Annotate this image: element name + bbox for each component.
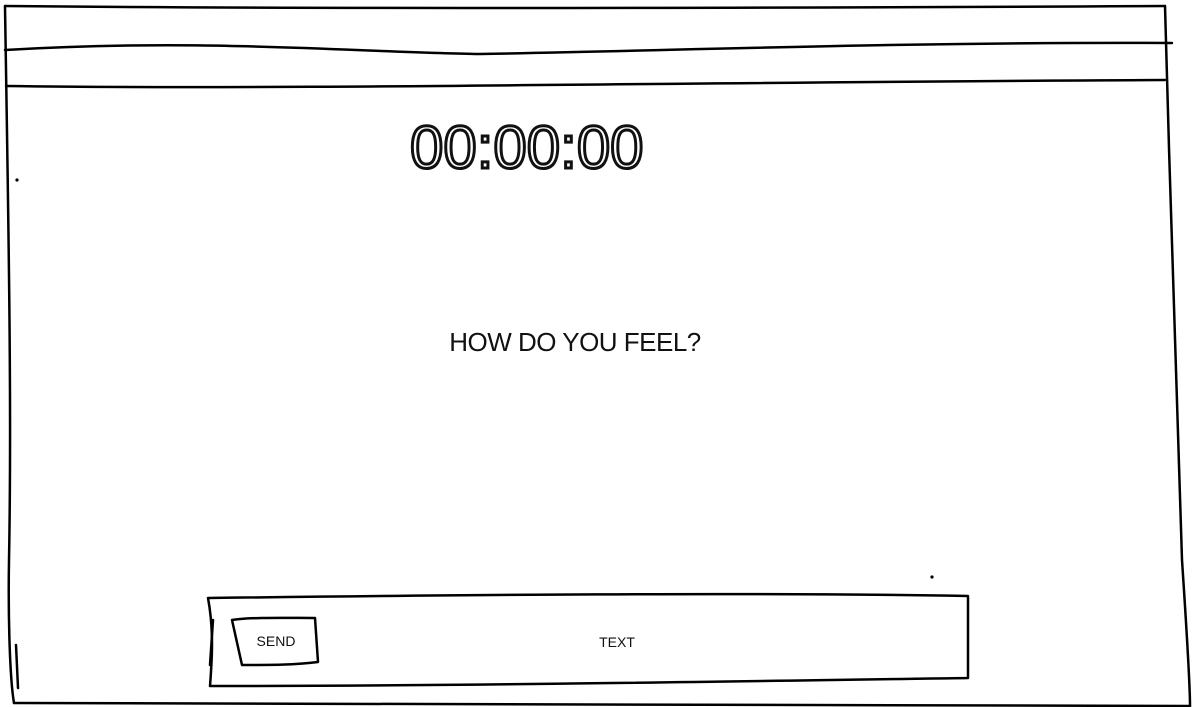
toolbar-divider (4, 78, 1167, 89)
title-bar-divider (3, 41, 1174, 56)
timer-text: 00:00:00 (410, 114, 644, 181)
question-heading: HOW DO YOU FEEL? (449, 327, 701, 357)
send-button[interactable]: SEND (234, 618, 318, 664)
message-input[interactable] (330, 620, 904, 664)
timer-display: 00:00:00 (409, 113, 646, 183)
